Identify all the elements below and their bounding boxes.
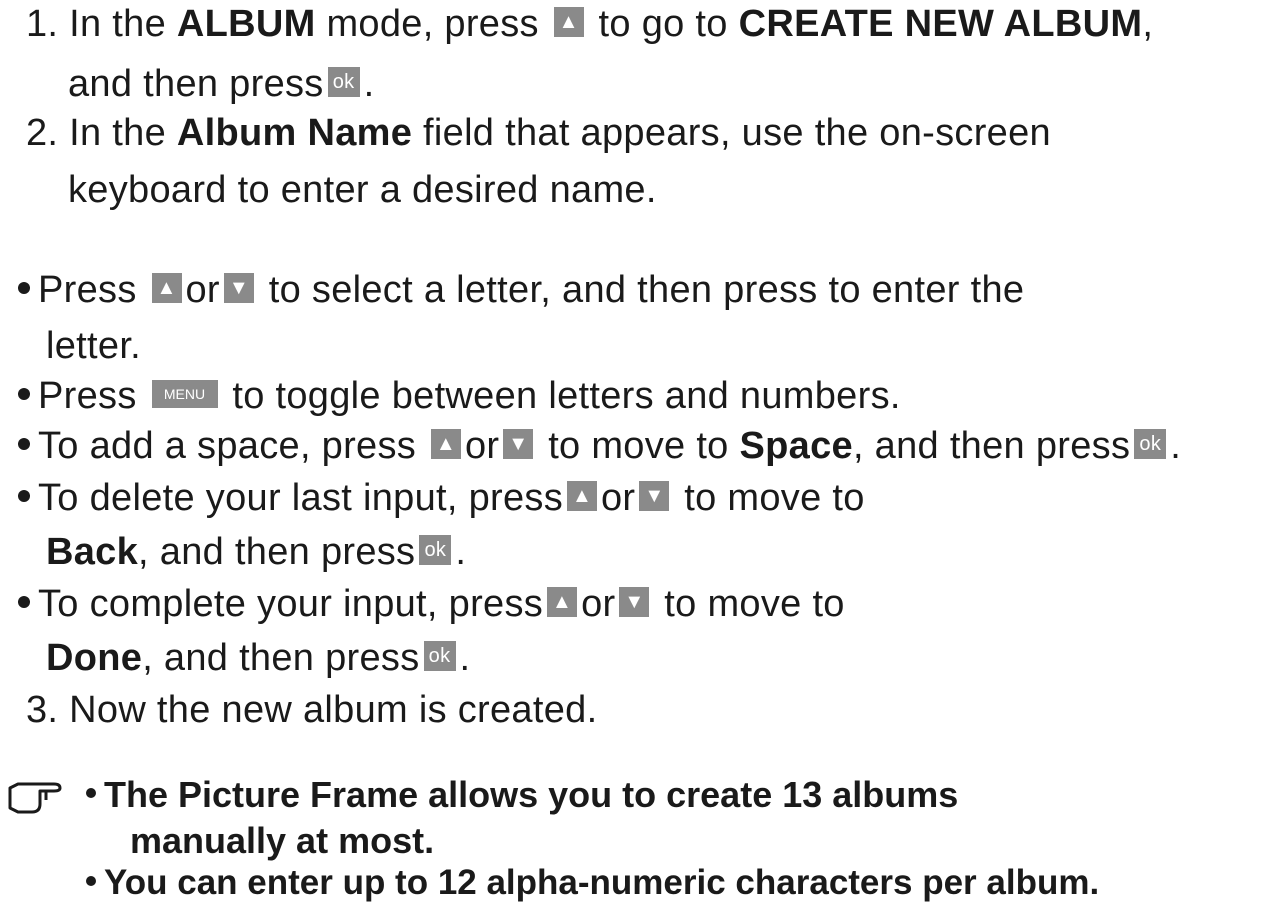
down-arrow-key-icon: ▼ [223, 272, 254, 303]
ok-key-icon: ok [327, 66, 360, 97]
album-mode-label: ALBUM [176, 3, 316, 45]
note-line-3: You can enter up to 12 alpha-numeric cha… [86, 862, 1099, 904]
step-1-line-1: 1. In the ALBUM mode, press ▲ to go to C… [26, 3, 1154, 45]
step-2-line-2: keyboard to enter a desired name. [68, 169, 657, 211]
step-number: 3. [26, 689, 59, 731]
bullet-complete-line-2: Done, and then press ok. [46, 637, 471, 679]
bullet-icon [86, 875, 96, 886]
bullet-icon [18, 595, 30, 608]
up-arrow-key-icon: ▲ [567, 480, 597, 511]
done-label: Done [46, 637, 143, 679]
up-arrow-key-icon: ▲ [430, 428, 461, 459]
bullet-icon [18, 489, 30, 502]
step-1-line-2: and then press ok. [68, 63, 375, 105]
bullet-complete: To complete your input, press ▲ or ▼ to mov… [18, 582, 845, 626]
up-arrow-key-icon: ▲ [553, 6, 584, 37]
up-arrow-key-icon: ▲ [151, 272, 182, 303]
ok-key-icon: ok [419, 534, 452, 565]
bullet-delete-line-2: Back, and then press ok. [46, 531, 467, 573]
bullet-icon [18, 281, 30, 294]
note-line-2: manually at most. [130, 820, 435, 861]
space-label: Space [739, 425, 853, 467]
pointing-hand-icon [8, 782, 62, 814]
down-arrow-key-icon: ▼ [619, 586, 650, 617]
bullet-add-space: To add a space, press ▲ or ▼ to move to Sp… [18, 424, 1181, 468]
bullet-icon [86, 788, 96, 799]
up-arrow-key-icon: ▲ [547, 586, 578, 617]
album-name-label: Album Name [176, 112, 413, 154]
step-number: 2. [26, 112, 59, 154]
down-arrow-key-icon: ▼ [503, 428, 534, 459]
bullet-icon [18, 437, 30, 450]
down-arrow-key-icon: ▼ [639, 480, 670, 511]
step-number: 1. [26, 3, 59, 45]
back-label: Back [46, 531, 139, 573]
bullet-delete: To delete your last input, press ▲ or ▼ to … [18, 476, 865, 520]
bullet-icon [18, 387, 30, 400]
ok-key-icon: ok [1134, 428, 1167, 459]
create-new-album-label: CREATE NEW ALBUM [738, 3, 1143, 45]
step-2-line-1: 2. In the Album Name field that appears,… [26, 112, 1051, 154]
menu-key-icon: MENU [151, 379, 218, 408]
step-3-line: 3. Now the new album is created. [26, 689, 598, 731]
bullet-select-letter-line-2: letter. [46, 325, 142, 367]
note-line-1: The Picture Frame allows you to create 1… [86, 774, 958, 816]
ok-key-icon: ok [423, 640, 456, 671]
bullet-select-letter: Press ▲ or ▼ to select a letter, and then … [18, 268, 1024, 312]
bullet-toggle: Press MENU to toggle between letters and… [18, 374, 901, 418]
